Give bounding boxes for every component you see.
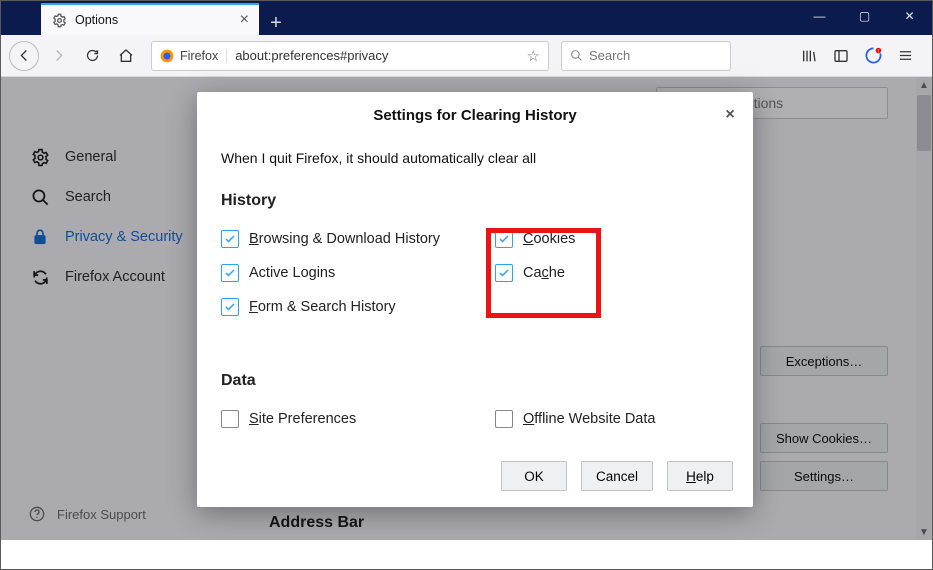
back-button[interactable]: [9, 41, 39, 71]
checkbox-site-preferences[interactable]: Site Preferences: [221, 402, 455, 436]
new-tab-button[interactable]: +: [259, 12, 293, 35]
ok-button[interactable]: OK: [501, 461, 567, 491]
identity-box[interactable]: Firefox: [160, 49, 227, 63]
reload-button[interactable]: [77, 41, 107, 71]
cancel-button[interactable]: Cancel: [581, 461, 653, 491]
tab-close-icon[interactable]: ×: [240, 12, 249, 28]
content-area: ▲ ▼ Find in Options General Search Priva…: [1, 77, 932, 540]
sidebar-toggle-icon[interactable]: [826, 41, 856, 71]
url-bar[interactable]: Firefox about:preferences#privacy ☆: [151, 41, 549, 71]
history-heading: History: [221, 192, 729, 210]
library-icon[interactable]: [794, 41, 824, 71]
highlight-annotation: [486, 228, 601, 318]
sync-error-icon[interactable]: !: [858, 41, 888, 71]
gear-icon: [51, 12, 67, 28]
window-close-button[interactable]: ✕: [887, 1, 932, 30]
checkbox-icon: [221, 410, 239, 428]
identity-label: Firefox: [180, 49, 218, 63]
tab-label: Options: [75, 13, 118, 27]
search-placeholder: Search: [589, 48, 630, 63]
checkbox-active-logins[interactable]: Active Logins: [221, 256, 455, 290]
window-maximize-button[interactable]: ▢: [842, 1, 887, 30]
forward-button[interactable]: [43, 41, 73, 71]
checkbox-icon: [221, 298, 239, 316]
clear-history-dialog: Settings for Clearing History × When I q…: [197, 92, 753, 507]
checkbox-icon: [495, 410, 513, 428]
nav-toolbar: Firefox about:preferences#privacy ☆ Sear…: [1, 35, 932, 77]
checkbox-offline-data[interactable]: Offline Website Data: [495, 402, 729, 436]
checkbox-browsing-history[interactable]: Browsing & Download History: [221, 222, 455, 256]
tab-options[interactable]: Options ×: [41, 3, 259, 35]
search-box[interactable]: Search: [561, 41, 731, 71]
dialog-close-button[interactable]: ×: [719, 104, 741, 126]
url-text: about:preferences#privacy: [235, 48, 388, 63]
checkbox-form-history[interactable]: Form & Search History: [221, 290, 455, 324]
bookmark-star-icon[interactable]: ☆: [527, 47, 540, 65]
menu-button[interactable]: [890, 41, 920, 71]
dialog-title: Settings for Clearing History ×: [197, 92, 753, 138]
data-heading: Data: [221, 372, 729, 390]
checkbox-icon: [221, 264, 239, 282]
window-minimize-button[interactable]: —: [797, 1, 842, 30]
home-button[interactable]: [111, 41, 141, 71]
svg-text:!: !: [877, 49, 878, 54]
help-button[interactable]: Help: [667, 461, 733, 491]
dialog-intro-text: When I quit Firefox, it should automatic…: [221, 150, 729, 166]
checkbox-icon: [221, 230, 239, 248]
